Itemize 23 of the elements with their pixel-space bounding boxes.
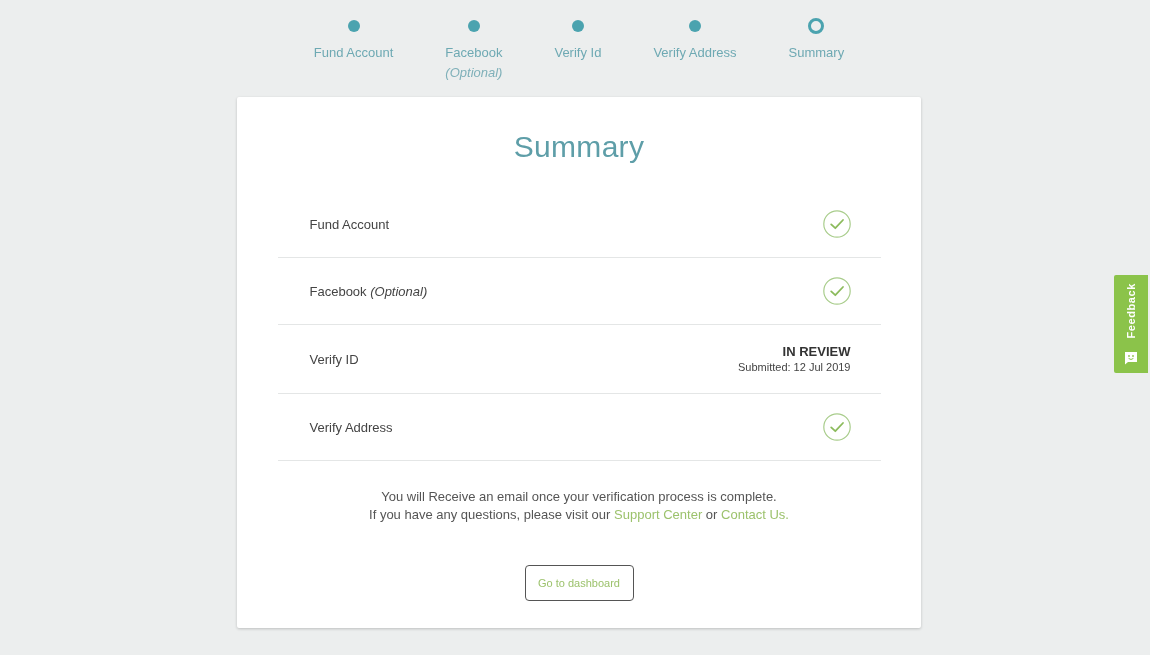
row-label: Fund Account <box>309 216 389 232</box>
step-label[interactable]: Fund Account <box>313 45 394 61</box>
status-text: IN REVIEW <box>782 344 851 360</box>
step-label[interactable]: Verify Id <box>554 45 602 61</box>
row-label: Verify Address <box>309 419 393 435</box>
check-circle-icon <box>822 413 851 441</box>
submitted-date: Submitted: 12 Jul 2019 <box>737 360 851 374</box>
step-label[interactable]: Summary <box>788 45 845 61</box>
check-circle-icon <box>822 210 851 238</box>
row-label: Facebook (Optional) <box>309 283 428 299</box>
help-link[interactable]: Contact Us. <box>721 507 789 522</box>
card-title: Summary <box>513 129 645 165</box>
help-link[interactable]: Support Center <box>614 507 703 522</box>
info-text: You will Receive an email once your verification process is complete. <box>381 488 777 506</box>
row-label: Verify ID <box>309 351 359 367</box>
step-label[interactable]: Facebook <box>445 45 503 61</box>
dashboard-button[interactable]: Go to dashboard <box>524 565 634 601</box>
feedback-tab[interactable]: Feedback <box>1114 275 1148 373</box>
step-label[interactable]: Verify Address <box>653 45 737 61</box>
check-circle-icon <box>822 277 851 305</box>
help-text: If you have any questions, please visit our Support Center or Contact Us. <box>369 506 789 524</box>
step-note: (Optional) <box>445 65 503 81</box>
chat-face-icon <box>1124 351 1138 365</box>
